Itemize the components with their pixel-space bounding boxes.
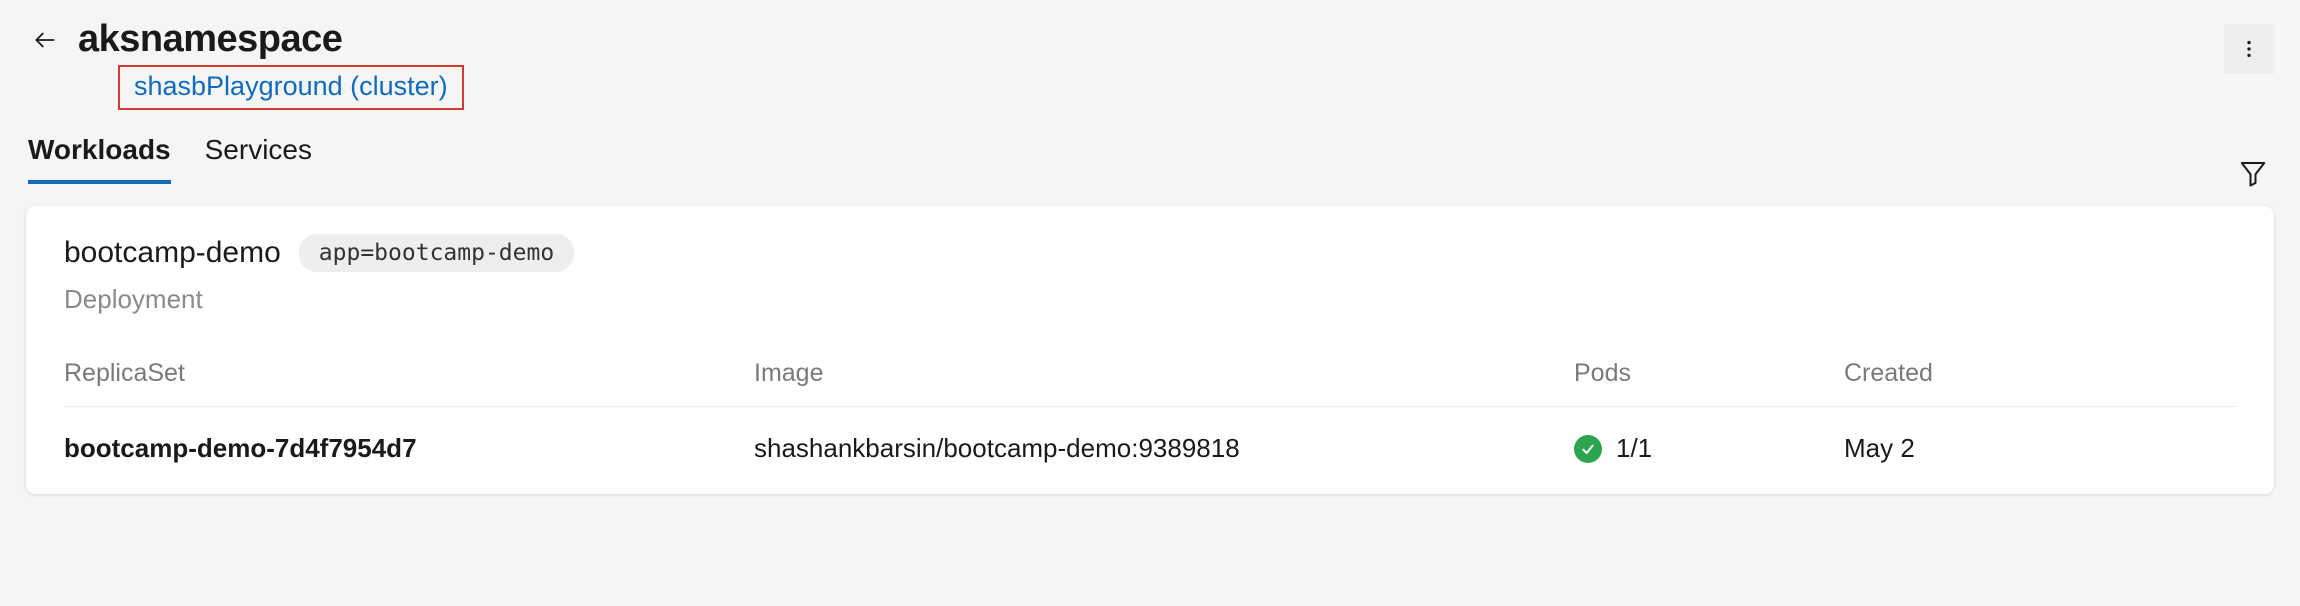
more-menu-button[interactable] — [2224, 24, 2274, 74]
workload-name: bootcamp-demo — [64, 236, 281, 270]
page-title: aksnamespace — [78, 18, 342, 61]
cell-created: May 2 — [1844, 433, 2236, 464]
cell-pods: 1/1 — [1574, 433, 1844, 464]
cell-image: shashankbarsin/bootcamp-demo:9389818 — [754, 433, 1574, 464]
table-header: ReplicaSet Image Pods Created — [64, 359, 2236, 407]
workload-kind: Deployment — [64, 284, 2236, 315]
cell-replicaset: bootcamp-demo-7d4f7954d7 — [64, 433, 754, 464]
workload-label-tag: app=bootcamp-demo — [299, 234, 574, 272]
cluster-link[interactable]: shasbPlayground (cluster) — [134, 71, 448, 101]
col-image: Image — [754, 359, 1574, 388]
tab-services[interactable]: Services — [205, 134, 312, 184]
tab-workloads[interactable]: Workloads — [28, 134, 171, 184]
back-button[interactable] — [28, 23, 62, 57]
table-row[interactable]: bootcamp-demo-7d4f7954d7 shashankbarsin/… — [64, 407, 2236, 494]
col-replicaset: ReplicaSet — [64, 359, 754, 388]
pods-count: 1/1 — [1616, 433, 1652, 464]
col-created: Created — [1844, 359, 2236, 388]
col-pods: Pods — [1574, 359, 1844, 388]
workload-card: bootcamp-demo app=bootcamp-demo Deployme… — [26, 206, 2274, 494]
filter-icon[interactable] — [2238, 158, 2268, 193]
status-ok-icon — [1574, 435, 1602, 463]
cluster-link-highlight: shasbPlayground (cluster) — [118, 65, 464, 110]
